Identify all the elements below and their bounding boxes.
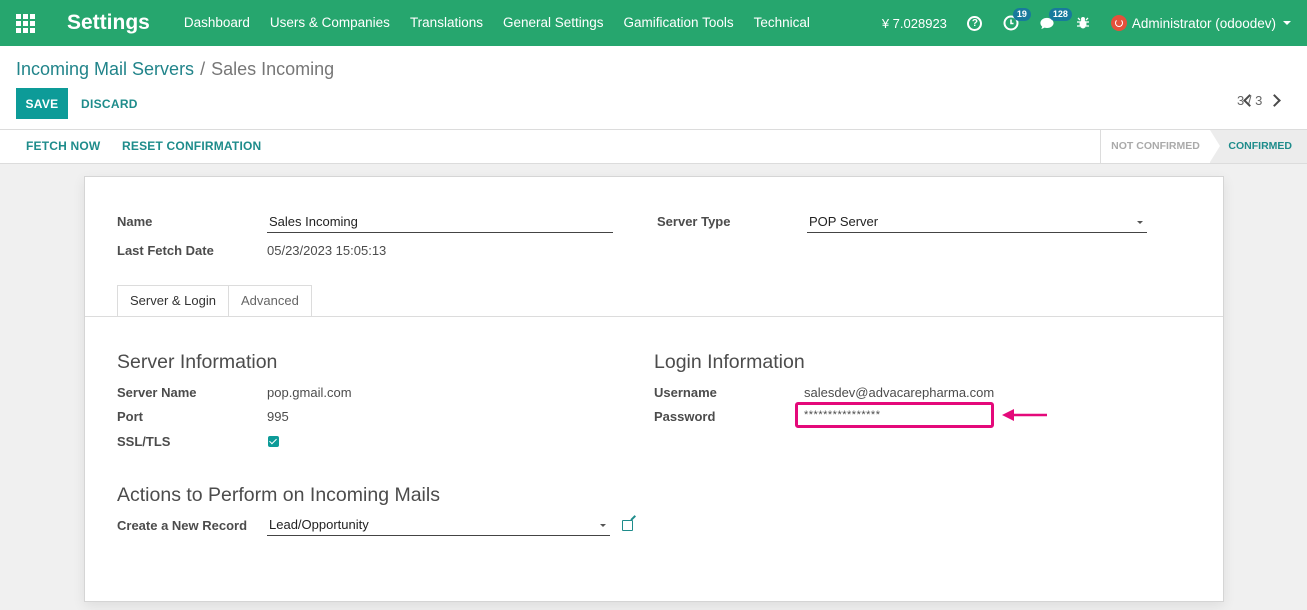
fetch-now-button[interactable]: FETCH NOW — [26, 130, 100, 163]
username-value[interactable]: salesdev@advacarepharma.com — [804, 385, 994, 400]
actions-title: Actions to Perform on Incoming Mails — [117, 484, 440, 506]
control-panel: Incoming Mail Servers / Sales Incoming SAV… — [0, 46, 1307, 130]
systray: ¥ 7.028923 ? 19 128 Administrator (odood… — [882, 0, 1307, 46]
debug-bug-icon[interactable] — [1075, 15, 1091, 31]
save-button[interactable]: SAVE — [16, 88, 68, 119]
name-input[interactable]: Sales Incoming — [267, 211, 613, 233]
pager: 3 / 3 — [1237, 93, 1287, 108]
breadcrumb-separator: / — [200, 59, 206, 79]
create-record-value: Lead/Opportunity — [269, 517, 369, 532]
top-navbar: Settings Dashboard Users & Companies Tra… — [0, 0, 1307, 46]
name-label: Name — [117, 214, 153, 229]
ssl-checkbox[interactable] — [268, 436, 279, 447]
arrow-left-icon — [1002, 409, 1047, 421]
form-sheet: Name Sales Incoming Last Fetch Date 05/2… — [84, 176, 1224, 602]
form-tabs: Server & Login Advanced — [117, 285, 312, 317]
create-record-label: Create a New Record — [117, 518, 248, 533]
port-label: Port — [117, 409, 143, 424]
menu-translations[interactable]: Translations — [400, 0, 493, 46]
last-fetch-value: 05/23/2023 15:05:13 — [267, 243, 387, 258]
external-link-icon[interactable] — [622, 520, 633, 531]
dropdown-caret-icon — [600, 524, 606, 527]
server-type-select[interactable]: POP Server — [807, 211, 1147, 233]
menu-general-settings[interactable]: General Settings — [493, 0, 614, 46]
stage-confirmed[interactable]: CONFIRMED — [1210, 130, 1307, 163]
create-record-select[interactable]: Lead/Opportunity — [267, 514, 610, 536]
tab-divider — [85, 316, 1223, 317]
tab-advanced[interactable]: Advanced — [228, 285, 312, 317]
port-value[interactable]: 995 — [267, 409, 289, 424]
status-bar: FETCH NOW RESET CONFIRMATION NOT CONFIRM… — [0, 130, 1307, 164]
password-label: Password — [654, 409, 716, 424]
stage-not-confirmed[interactable]: NOT CONFIRMED — [1100, 130, 1210, 163]
main-menu: Dashboard Users & Companies Translations… — [174, 0, 820, 46]
dropdown-caret-icon — [1137, 221, 1143, 224]
app-title: Settings — [67, 11, 150, 34]
menu-dashboard[interactable]: Dashboard — [174, 0, 260, 46]
chevron-right-icon[interactable] — [1268, 94, 1281, 107]
username-label: Username — [654, 385, 717, 400]
messages-icon[interactable]: 128 — [1039, 8, 1072, 31]
server-name-label: Server Name — [117, 385, 197, 400]
power-icon — [1110, 15, 1127, 31]
messages-badge: 128 — [1048, 8, 1072, 21]
menu-users-companies[interactable]: Users & Companies — [260, 0, 400, 46]
server-info-title: Server Information — [117, 351, 278, 373]
currency-amount[interactable]: ¥ 7.028923 — [882, 16, 947, 31]
discard-button[interactable]: DISCARD — [81, 88, 138, 119]
last-fetch-label: Last Fetch Date — [117, 243, 214, 258]
server-type-label: Server Type — [657, 214, 731, 229]
ssl-label: SSL/TLS — [117, 434, 171, 449]
breadcrumb-current: Sales Incoming — [211, 59, 335, 79]
password-highlight-box — [795, 402, 994, 428]
status-stages: NOT CONFIRMED CONFIRMED — [1100, 130, 1307, 163]
activity-clock-icon[interactable]: 19 — [1003, 8, 1031, 31]
server-name-value[interactable]: pop.gmail.com — [267, 385, 352, 400]
breadcrumb: Incoming Mail Servers / Sales Incoming — [16, 59, 334, 80]
chevron-down-icon — [1283, 21, 1291, 25]
reset-confirmation-button[interactable]: RESET CONFIRMATION — [122, 130, 261, 163]
menu-gamification-tools[interactable]: Gamification Tools — [614, 0, 744, 46]
tab-server-login[interactable]: Server & Login — [117, 285, 229, 317]
help-icon[interactable]: ? — [967, 15, 983, 31]
breadcrumb-parent[interactable]: Incoming Mail Servers — [16, 59, 194, 79]
apps-menu-icon[interactable] — [0, 0, 50, 46]
login-info-title: Login Information — [654, 351, 805, 373]
user-name: Administrator (odoodev) — [1131, 15, 1276, 31]
menu-technical[interactable]: Technical — [744, 0, 820, 46]
server-type-value: POP Server — [809, 214, 879, 229]
user-menu[interactable]: Administrator (odoodev) — [1110, 15, 1291, 31]
activity-badge: 19 — [1012, 8, 1031, 21]
